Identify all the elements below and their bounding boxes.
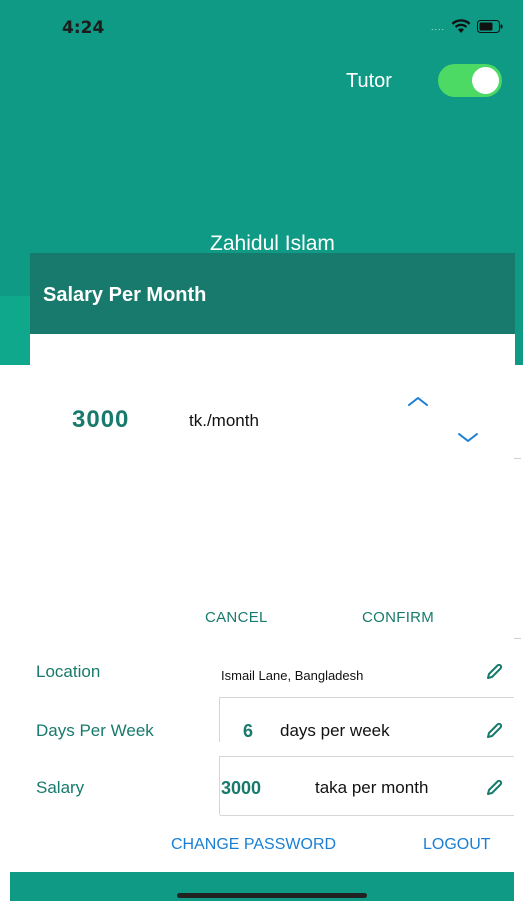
divider — [514, 458, 521, 459]
days-per-week-label: Days Per Week — [36, 721, 154, 740]
status-icons: .... — [431, 19, 503, 34]
pencil-icon[interactable] — [484, 662, 504, 687]
status-time: 4:24 — [62, 18, 105, 38]
cancel-button[interactable]: CANCEL — [205, 609, 268, 626]
header-edge-strip — [0, 296, 30, 365]
location-value: Ismail Lane, Bangladesh — [221, 668, 364, 683]
row-divider — [219, 697, 220, 742]
home-indicator[interactable] — [177, 893, 367, 898]
salary-unit: taka per month — [315, 778, 429, 797]
change-password-button[interactable]: CHANGE PASSWORD — [171, 836, 336, 854]
salary-label: Salary — [36, 778, 85, 797]
logout-button[interactable]: LOGOUT — [423, 836, 491, 854]
row-divider — [220, 697, 514, 698]
salary-value: 3000 — [221, 778, 262, 798]
wifi-icon — [451, 19, 471, 34]
salary-picker-value: 3000 — [72, 406, 130, 433]
days-per-week-unit: days per week — [280, 721, 390, 740]
dialog-body — [30, 334, 515, 365]
pencil-icon[interactable] — [484, 721, 504, 746]
toggle-knob — [472, 67, 499, 94]
confirm-button[interactable]: CONFIRM — [362, 609, 434, 626]
tutor-label: Tutor — [346, 70, 392, 92]
dialog-title: Salary Per Month — [43, 284, 207, 306]
location-label: Location — [36, 662, 101, 681]
tutor-toggle[interactable] — [438, 64, 502, 97]
row-divider — [220, 756, 514, 757]
signal-dots: .... — [430, 21, 445, 32]
row-divider — [220, 815, 514, 816]
dialog-title-bar: Salary Per Month — [30, 253, 515, 334]
chevron-up-icon[interactable] — [406, 394, 430, 413]
pencil-icon[interactable] — [484, 778, 504, 803]
row-divider — [219, 756, 220, 815]
days-per-week-value: 6 — [243, 721, 254, 741]
chevron-down-icon[interactable] — [456, 431, 480, 450]
battery-icon — [477, 20, 503, 33]
salary-picker-unit: tk./month — [189, 411, 259, 430]
divider — [514, 638, 521, 639]
